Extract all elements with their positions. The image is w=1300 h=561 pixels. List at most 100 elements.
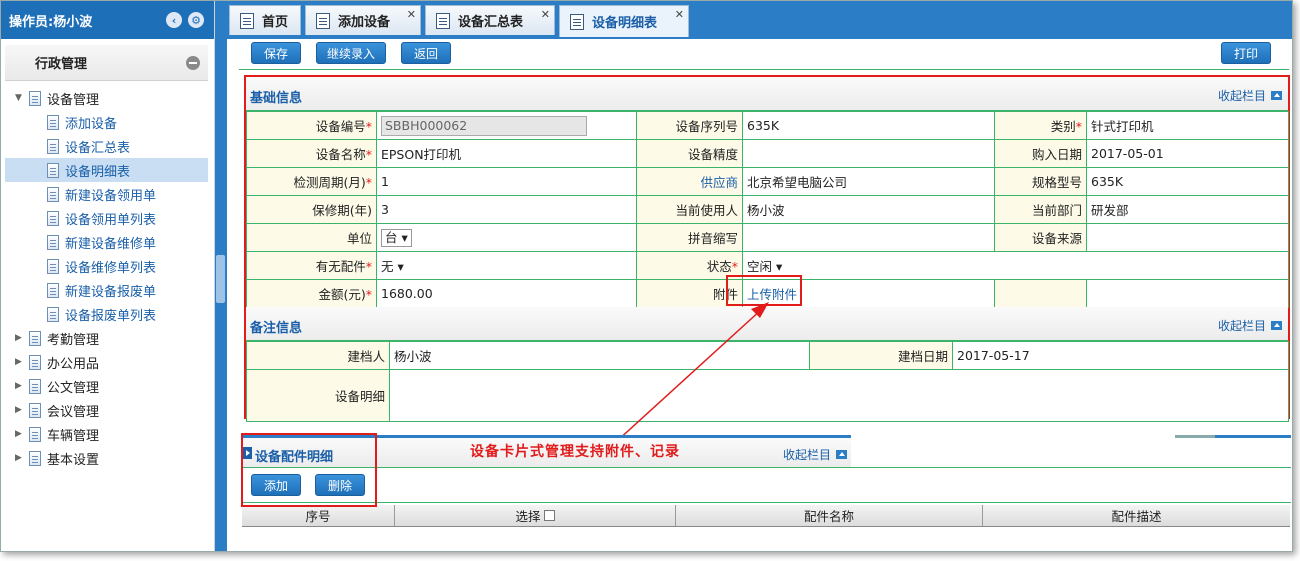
tree-item-meetings[interactable]: ▶ 会议管理 [1,398,214,422]
model-value[interactable]: 635K [1086,167,1289,196]
select-all-checkbox[interactable] [543,510,555,521]
document-icon [29,378,41,394]
basic-collapse-link[interactable]: 收起栏目 [1218,87,1282,104]
document-icon [29,450,41,466]
tree-item-basic-settings[interactable]: ▶ 基本设置 [1,446,214,470]
operator-label: 操作员:杨小波 [9,14,93,30]
serial-value[interactable]: 635K [742,111,995,140]
category-value[interactable]: 针式打印机 [1086,111,1289,140]
unit-select[interactable]: 台 ▾ [381,228,412,247]
source-label: 设备来源 [994,223,1087,252]
tree-item-new-scrap[interactable]: 新建设备报废单 [1,278,214,302]
tab-bar: 首页 添加设备 ✕ 设备汇总表 ✕ 设备明细表 ✕ [227,1,1292,39]
document-icon [47,114,59,130]
file-date-label: 建档日期 [809,341,953,370]
continue-entry-button[interactable]: 继续录入 [316,42,386,64]
tree-item-repair-list[interactable]: 设备维修单列表 [1,254,214,278]
collapsed-arrow-icon[interactable]: ▶ [15,357,25,367]
back-icon[interactable]: ‹ [166,12,182,28]
supplier-value[interactable]: 北京希望电脑公司 [742,167,995,196]
document-icon [47,234,59,250]
current-user-label: 当前使用人 [636,195,743,224]
tree-label: 设备维修单列表 [65,260,157,276]
tree-label: 设备报废单列表 [65,308,157,324]
document-icon [29,330,41,346]
collapsed-arrow-icon[interactable]: ▶ [15,453,25,463]
form-toolbar: 保存 继续录入 返回 打印 [239,39,1289,70]
tab-equipment-detail[interactable]: 设备明细表 ✕ [559,5,689,37]
tree-item-office-supplies[interactable]: ▶ 办公用品 [1,350,214,374]
pinyin-value[interactable] [742,223,995,252]
annotation-text: 设备卡片式管理支持附件、记录 [470,444,680,460]
collapse-minus-icon[interactable] [186,56,200,70]
collapsed-arrow-icon[interactable]: ▶ [15,381,25,391]
splitter-handle[interactable] [216,255,225,303]
cycle-value[interactable]: 1 [376,167,637,196]
sidebar-splitter[interactable] [215,1,227,551]
name-value[interactable]: EPSON打印机 [376,139,637,168]
tree-label: 新建设备维修单 [65,236,157,252]
equip-no-input[interactable]: SBBH000062 [381,115,587,136]
tab-home[interactable]: 首页 [229,5,301,35]
tree-item-equipment-summary[interactable]: 设备汇总表 [1,134,214,158]
tree-item-attendance[interactable]: ▶ 考勤管理 [1,326,214,350]
section-admin[interactable]: 行政管理 [5,45,208,81]
back-button[interactable]: 返回 [401,42,451,64]
print-button[interactable]: 打印 [1221,42,1271,64]
supplier-link[interactable]: 供应商 [636,167,743,196]
detail-textarea[interactable] [389,369,1289,422]
scroll-indicator[interactable] [1175,435,1291,438]
tree-item-vehicles[interactable]: ▶ 车辆管理 [1,422,214,446]
tree-item-add-equipment[interactable]: 添加设备 [1,110,214,134]
col-select[interactable]: 选择 [395,505,676,526]
tree-item-new-repair[interactable]: 新建设备维修单 [1,230,214,254]
tab-label: 设备明细表 [592,16,658,31]
col-index[interactable]: 序号 [242,505,395,526]
close-icon[interactable]: ✕ [407,8,416,21]
collapsed-arrow-icon[interactable]: ▶ [15,429,25,439]
tree-item-equipment[interactable]: ▼ 设备管理 [1,86,214,110]
tree-item-requisition-list[interactable]: 设备领用单列表 [1,206,214,230]
precision-value[interactable] [742,139,995,168]
warranty-value[interactable]: 3 [376,195,637,224]
dropdown-arrow-icon: ▾ [401,229,408,245]
tree-item-equipment-detail[interactable]: 设备明细表 [5,158,208,182]
form-row: 检测周期(月)* 1 供应商 北京希望电脑公司 规格型号 635K [246,167,1289,196]
col-part-name[interactable]: 配件名称 [676,505,983,526]
purchase-date-value[interactable]: 2017-05-01 [1086,139,1289,168]
status-select[interactable]: 空闲 ▾ [742,251,1289,280]
tab-equipment-summary[interactable]: 设备汇总表 ✕ [425,5,555,35]
close-icon[interactable]: ✕ [675,8,684,21]
document-icon [29,402,41,418]
category-label: 类别* [994,111,1087,140]
collapsed-arrow-icon[interactable]: ▶ [15,333,25,343]
tab-add-equipment[interactable]: 添加设备 ✕ [305,5,421,35]
tree-item-documents[interactable]: ▶ 公文管理 [1,374,214,398]
expanded-arrow-icon[interactable]: ▼ [15,93,25,103]
current-dept-value[interactable]: 研发部 [1086,195,1289,224]
tree-label: 基本设置 [47,452,100,468]
current-user-value[interactable]: 杨小波 [742,195,995,224]
collapsed-arrow-icon[interactable]: ▶ [15,405,25,415]
precision-label: 设备精度 [636,139,743,168]
gear-icon[interactable]: ⚙ [188,12,204,28]
document-icon [47,138,59,154]
cycle-label: 检测周期(月)* [246,167,377,196]
basic-info-title: 基础信息 [250,91,303,106]
page-icon [436,12,450,29]
tree-label: 办公用品 [47,356,100,372]
parts-collapse-link[interactable]: 收起栏目 [783,446,848,463]
remark-collapse-link[interactable]: 收起栏目 [1218,317,1282,334]
source-value[interactable] [1086,223,1289,252]
close-icon[interactable]: ✕ [541,8,550,21]
parts-select[interactable]: 无 ▾ [376,251,637,280]
dropdown-arrow-icon: ▾ [397,259,404,274]
tree-item-new-requisition[interactable]: 新建设备领用单 [1,182,214,206]
col-part-desc[interactable]: 配件描述 [983,505,1290,526]
document-icon [47,258,59,274]
tree-label: 设备汇总表 [65,140,131,156]
equip-no-cell: SBBH000062 [376,111,637,140]
file-date-value[interactable]: 2017-05-17 [952,341,1289,370]
tree-item-scrap-list[interactable]: 设备报废单列表 [1,302,214,326]
save-button[interactable]: 保存 [251,42,301,64]
